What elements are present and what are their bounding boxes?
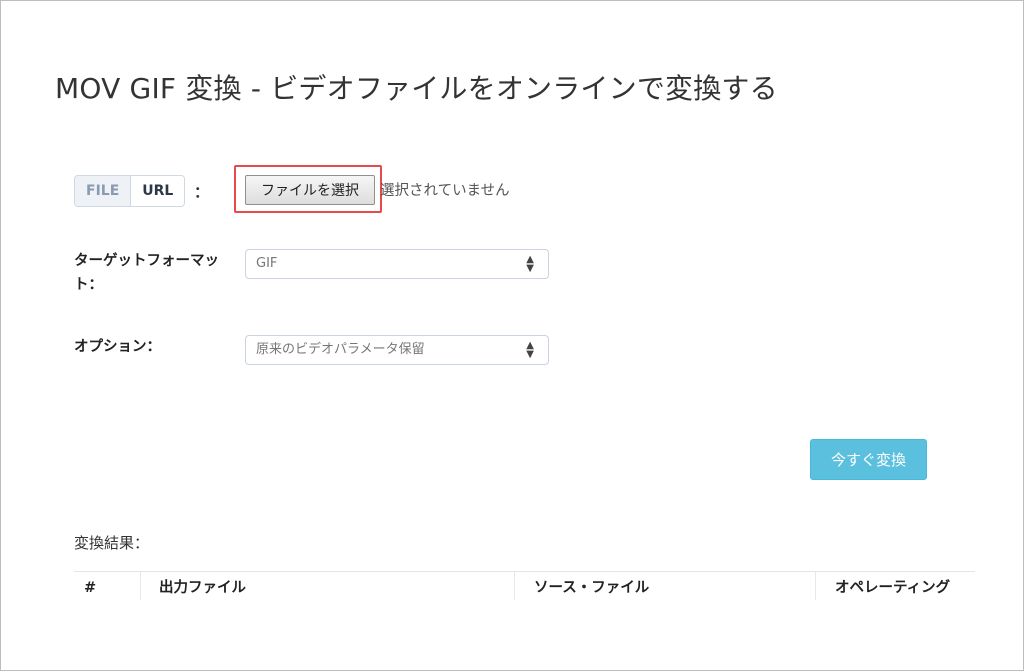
source-colon: ：	[194, 183, 210, 201]
target-format-value: GIF	[256, 256, 278, 271]
column-header-output-file: 出力ファイル	[159, 580, 246, 596]
results-label: 変換結果：	[74, 534, 150, 552]
convert-now-button[interactable]: 今すぐ変換	[810, 439, 927, 480]
sort-arrows-icon: ▲ ▼	[526, 340, 534, 360]
choose-file-button[interactable]: ファイルを選択	[245, 175, 375, 205]
sort-arrows-icon: ▲ ▼	[526, 254, 534, 274]
url-tab-button[interactable]: URL	[131, 176, 185, 206]
column-divider	[514, 572, 515, 600]
options-select[interactable]: 原来のビデオパラメータ保留 ▲ ▼	[245, 335, 549, 365]
options-value: 原来のビデオパラメータ保留	[256, 342, 425, 357]
target-format-label: ターゲットフォーマッ ト：	[74, 249, 219, 297]
column-divider	[815, 572, 816, 600]
target-format-label-line2: ト：	[74, 277, 103, 293]
column-header-operations: オペレーティング	[835, 580, 951, 596]
column-divider	[140, 572, 141, 600]
file-status-text: 選択されていません	[380, 183, 510, 199]
column-header-index: #	[84, 580, 97, 596]
target-format-label-line1: ターゲットフォーマッ	[74, 253, 219, 269]
page-title: MOV GIF 変換 - ビデオファイルをオンラインで変換する	[55, 72, 778, 105]
source-toggle: FILE URL	[74, 175, 186, 207]
target-format-select[interactable]: GIF ▲ ▼	[245, 249, 549, 279]
results-table-top-border	[74, 571, 975, 572]
page-frame: MOV GIF 変換 - ビデオファイルをオンラインで変換する FILE URL…	[0, 0, 1024, 671]
file-tab-button[interactable]: FILE	[75, 176, 132, 206]
column-header-source-file: ソース・ファイル	[534, 580, 650, 596]
options-label: オプション：	[74, 339, 161, 355]
